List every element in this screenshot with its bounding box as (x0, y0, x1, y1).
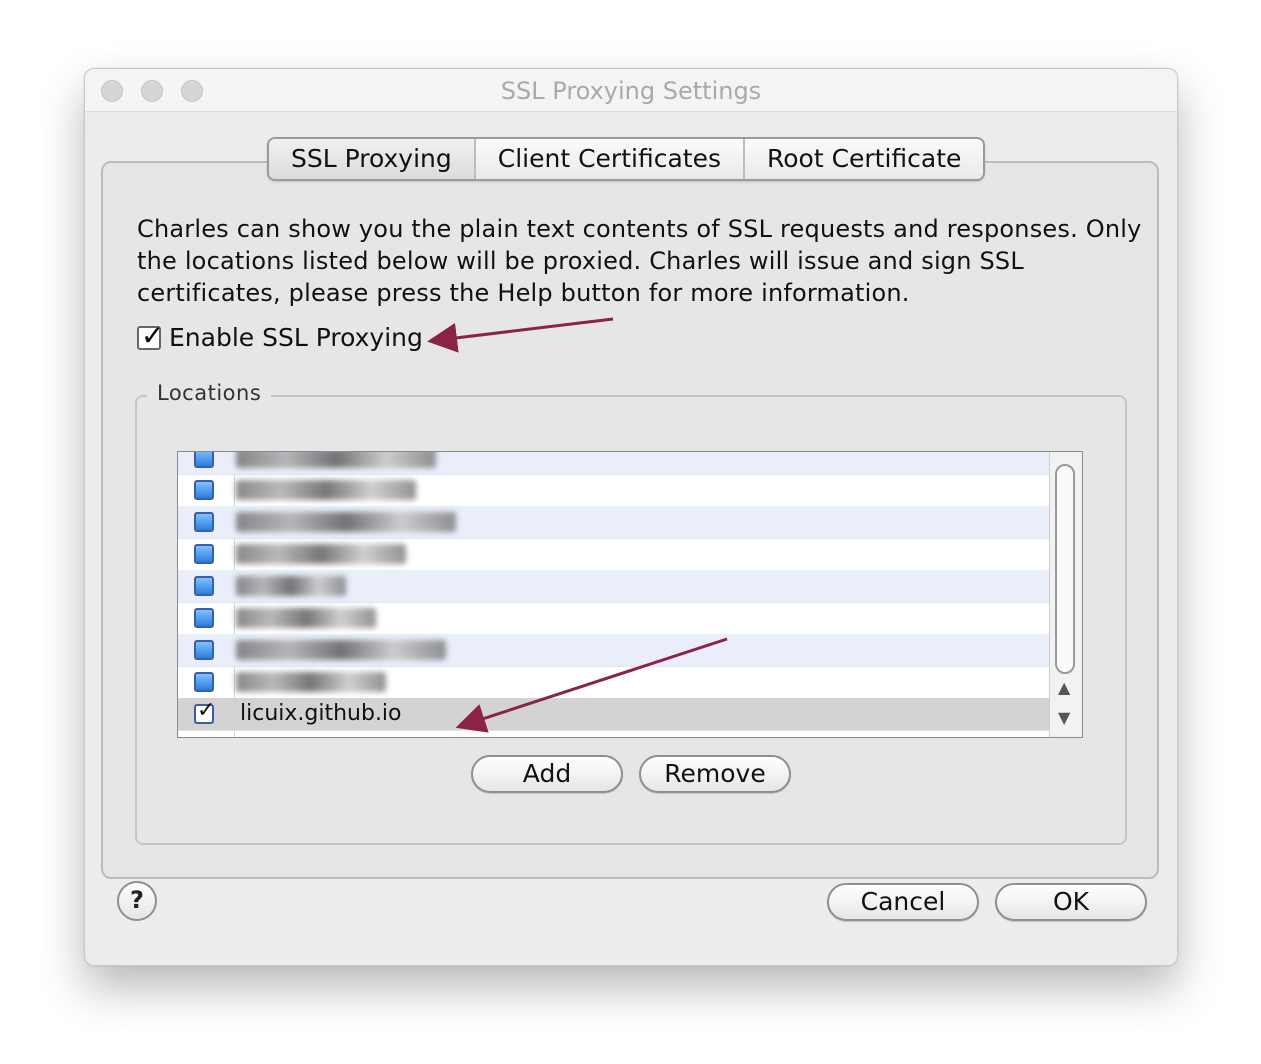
locations-scrollbar[interactable]: ▲ ▼ (1049, 452, 1082, 737)
location-row[interactable] (178, 570, 1050, 603)
enable-ssl-proxying-checkbox[interactable]: ✓ (137, 319, 164, 352)
enable-ssl-proxying-row: ✓ Enable SSL Proxying (137, 319, 423, 352)
help-button[interactable]: ? (117, 881, 157, 921)
redacted-host (236, 672, 386, 692)
location-row[interactable] (178, 602, 1050, 635)
location-host: licuix.github.io (240, 701, 402, 726)
description-text: Charles can show you the plain text cont… (137, 215, 1142, 307)
redacted-host (236, 576, 346, 596)
redacted-host (236, 608, 376, 628)
redacted-host (236, 452, 436, 468)
location-row[interactable] (178, 474, 1050, 507)
locations-list[interactable]: ✓ licuix.github.io ▲ ▼ (177, 451, 1083, 738)
add-button[interactable]: Add (471, 755, 623, 793)
location-row[interactable] (178, 506, 1050, 539)
cancel-button[interactable]: Cancel (827, 883, 979, 921)
tab-ssl-proxying[interactable]: SSL Proxying (269, 139, 476, 179)
ssl-proxying-settings-window: SSL Proxying Settings SSL Proxying Clien… (84, 68, 1178, 966)
scrollbar-thumb[interactable] (1055, 464, 1075, 674)
location-row[interactable] (178, 666, 1050, 699)
location-row[interactable] (178, 634, 1050, 667)
redacted-host (236, 512, 456, 532)
ok-button[interactable]: OK (995, 883, 1147, 921)
tab-root-certificate[interactable]: Root Certificate (745, 139, 983, 179)
location-checkbox[interactable] (194, 452, 214, 468)
location-checkbox[interactable] (194, 640, 214, 660)
location-checkbox[interactable] (194, 576, 214, 596)
location-row[interactable] (178, 538, 1050, 571)
locations-label: Locations (147, 381, 272, 405)
location-checkbox[interactable] (194, 512, 214, 532)
title-bar: SSL Proxying Settings (85, 69, 1177, 112)
location-checkbox[interactable]: ✓ (194, 698, 215, 724)
redacted-host (236, 544, 406, 564)
remove-button[interactable]: Remove (639, 755, 791, 793)
location-checkbox[interactable] (194, 608, 214, 628)
location-checkbox[interactable] (194, 672, 214, 692)
enable-ssl-proxying-label[interactable]: Enable SSL Proxying (169, 323, 423, 352)
redacted-host (236, 640, 446, 660)
location-row[interactable]: ✓ licuix.github.io (178, 698, 1050, 731)
location-checkbox[interactable] (194, 544, 214, 564)
location-row[interactable] (178, 452, 1050, 475)
tab-bar: SSL Proxying Client Certificates Root Ce… (267, 137, 986, 181)
check-icon: ✓ (197, 698, 216, 723)
location-checkbox[interactable] (194, 480, 214, 500)
scroll-down-icon[interactable]: ▼ (1058, 708, 1070, 727)
redacted-host (236, 480, 416, 500)
check-icon: ✓ (141, 318, 165, 352)
tab-client-certificates[interactable]: Client Certificates (476, 139, 745, 179)
scroll-up-icon[interactable]: ▲ (1058, 678, 1070, 697)
window-title: SSL Proxying Settings (500, 77, 762, 105)
